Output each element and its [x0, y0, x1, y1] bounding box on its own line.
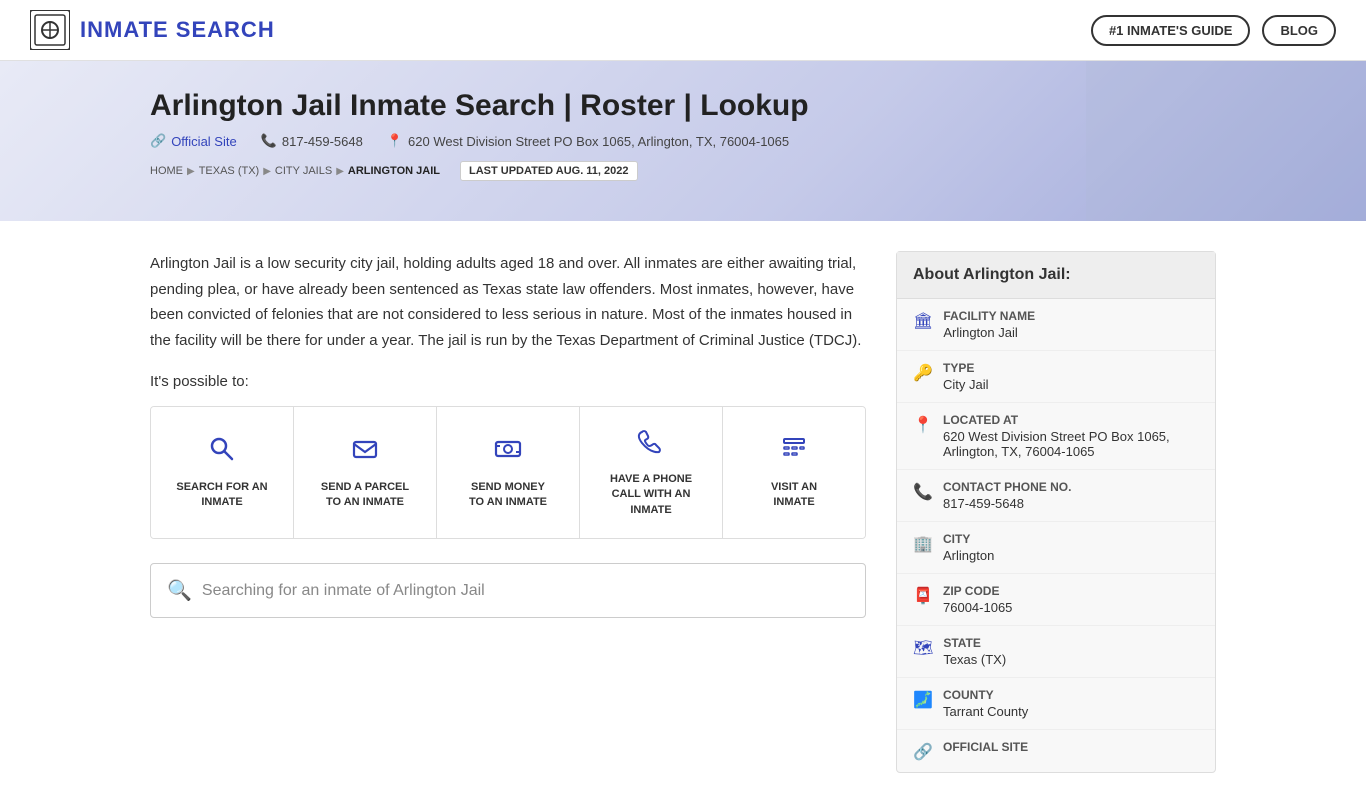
sidebar-title: About Arlington Jail: [897, 252, 1215, 299]
sidebar-row-located: 📍 Located At 620 West Division Street PO… [897, 403, 1215, 470]
contact-phone-icon: 📞 [913, 482, 933, 502]
breadcrumb: HOME ▶ TEXAS (TX) ▶ CITY JAILS ▶ ARLINGT… [150, 161, 1336, 181]
phone-label-sidebar: Contact Phone No. [943, 480, 1071, 494]
site-title: INMATE SEARCH [80, 17, 275, 43]
sidebar: About Arlington Jail: 🏛 Facility Name Ar… [896, 251, 1216, 773]
official-site-label-sidebar: Official Site [943, 740, 1028, 754]
page-title: Arlington Jail Inmate Search | Roster | … [150, 89, 1336, 123]
sidebar-row-state: 🗺 State Texas (TX) [897, 626, 1215, 678]
action-phone[interactable]: HAVE A PHONECALL WITH ANINMATE [580, 407, 723, 538]
city-label: City [943, 532, 994, 546]
main-content: Arlington Jail is a low security city ja… [150, 251, 896, 618]
search-box-icon: 🔍 [167, 578, 192, 603]
logo-area: INMATE SEARCH [30, 10, 275, 50]
facility-label: Facility Name [943, 309, 1035, 323]
blog-button[interactable]: BLOG [1262, 15, 1336, 46]
search-icon [208, 435, 236, 470]
city-icon: 🏢 [913, 534, 933, 554]
main-layout: Arlington Jail is a low security city ja… [0, 221, 1366, 803]
phone-call-icon [637, 427, 665, 462]
sidebar-row-county: 🗾 County Tarrant County [897, 678, 1215, 730]
possible-title: It's possible to: [150, 373, 866, 390]
state-icon: 🗺 [913, 638, 933, 658]
link-icon: 🔗 [150, 133, 166, 149]
sidebar-row-type: 🔑 Type City Jail [897, 351, 1215, 403]
type-icon: 🔑 [913, 363, 933, 383]
phone-number: 817-459-5648 [282, 134, 363, 149]
phone-meta: 📞 817-459-5648 [261, 133, 363, 149]
action-parcel[interactable]: SEND A PARCELTO AN INMATE [294, 407, 437, 538]
hero-meta: 🔗 Official Site 📞 817-459-5648 📍 620 Wes… [150, 133, 1336, 149]
action-search[interactable]: SEARCH FOR ANINMATE [151, 407, 294, 538]
official-site-label[interactable]: Official Site [171, 134, 237, 149]
phone-icon: 📞 [261, 133, 277, 149]
facility-value: Arlington Jail [943, 325, 1035, 340]
search-box[interactable]: 🔍 Searching for an inmate of Arlington J… [150, 563, 866, 618]
visit-icon [780, 435, 808, 470]
county-label: County [943, 688, 1028, 702]
parcel-icon [351, 435, 379, 470]
parcel-label: SEND A PARCELTO AN INMATE [321, 480, 409, 511]
breadcrumb-sep-3: ▶ [336, 166, 344, 177]
location-icon: 📍 [913, 415, 933, 435]
county-icon: 🗾 [913, 690, 933, 710]
type-label: Type [943, 361, 989, 375]
header: INMATE SEARCH #1 INMATE'S GUIDE BLOG [0, 0, 1366, 61]
description-text: Arlington Jail is a low security city ja… [150, 251, 866, 353]
breadcrumb-state[interactable]: TEXAS (TX) [199, 165, 260, 177]
logo-icon [30, 10, 70, 50]
breadcrumb-sep-2: ▶ [263, 166, 271, 177]
sidebar-row-facility: 🏛 Facility Name Arlington Jail [897, 299, 1215, 351]
action-visit[interactable]: VISIT ANINMATE [723, 407, 865, 538]
sidebar-row-official: 🔗 Official Site [897, 730, 1215, 772]
state-label: State [943, 636, 1006, 650]
phone-value: 817-459-5648 [943, 496, 1071, 511]
breadcrumb-current: ARLINGTON JAIL [348, 165, 440, 177]
city-value: Arlington [943, 548, 994, 563]
state-value: Texas (TX) [943, 652, 1006, 667]
building-icon: 🏛 [913, 311, 933, 331]
last-updated-badge: LAST UPDATED AUG. 11, 2022 [460, 161, 638, 181]
address-icon: 📍 [387, 133, 403, 149]
guide-button[interactable]: #1 INMATE'S GUIDE [1091, 15, 1250, 46]
address-meta: 📍 620 West Division Street PO Box 1065, … [387, 133, 789, 149]
search-label: SEARCH FOR ANINMATE [176, 480, 267, 511]
money-icon [494, 435, 522, 470]
breadcrumb-home[interactable]: HOME [150, 165, 183, 177]
phone-label: HAVE A PHONECALL WITH ANINMATE [610, 472, 692, 518]
header-nav: #1 INMATE'S GUIDE BLOG [1091, 15, 1336, 46]
visit-label: VISIT ANINMATE [771, 480, 817, 511]
money-label: SEND MONEYTO AN INMATE [469, 480, 547, 511]
zip-value: 76004-1065 [943, 600, 1012, 615]
located-value: 620 West Division Street PO Box 1065, Ar… [943, 429, 1199, 459]
search-box-placeholder: Searching for an inmate of Arlington Jai… [202, 582, 485, 600]
zip-label: ZIP Code [943, 584, 1012, 598]
sidebar-row-zip: 📮 ZIP Code 76004-1065 [897, 574, 1215, 626]
official-site-link[interactable]: 🔗 Official Site [150, 133, 237, 149]
action-cards: SEARCH FOR ANINMATE SEND A PARCELTO AN I… [150, 406, 866, 539]
official-site-icon: 🔗 [913, 742, 933, 762]
zip-icon: 📮 [913, 586, 933, 606]
address-text: 620 West Division Street PO Box 1065, Ar… [408, 134, 789, 149]
county-value: Tarrant County [943, 704, 1028, 719]
hero-section: Arlington Jail Inmate Search | Roster | … [0, 61, 1366, 221]
sidebar-row-city: 🏢 City Arlington [897, 522, 1215, 574]
action-money[interactable]: SEND MONEYTO AN INMATE [437, 407, 580, 538]
type-value: City Jail [943, 377, 989, 392]
located-label: Located At [943, 413, 1199, 427]
breadcrumb-category[interactable]: CITY JAILS [275, 165, 332, 177]
sidebar-row-phone: 📞 Contact Phone No. 817-459-5648 [897, 470, 1215, 522]
breadcrumb-sep-1: ▶ [187, 166, 195, 177]
